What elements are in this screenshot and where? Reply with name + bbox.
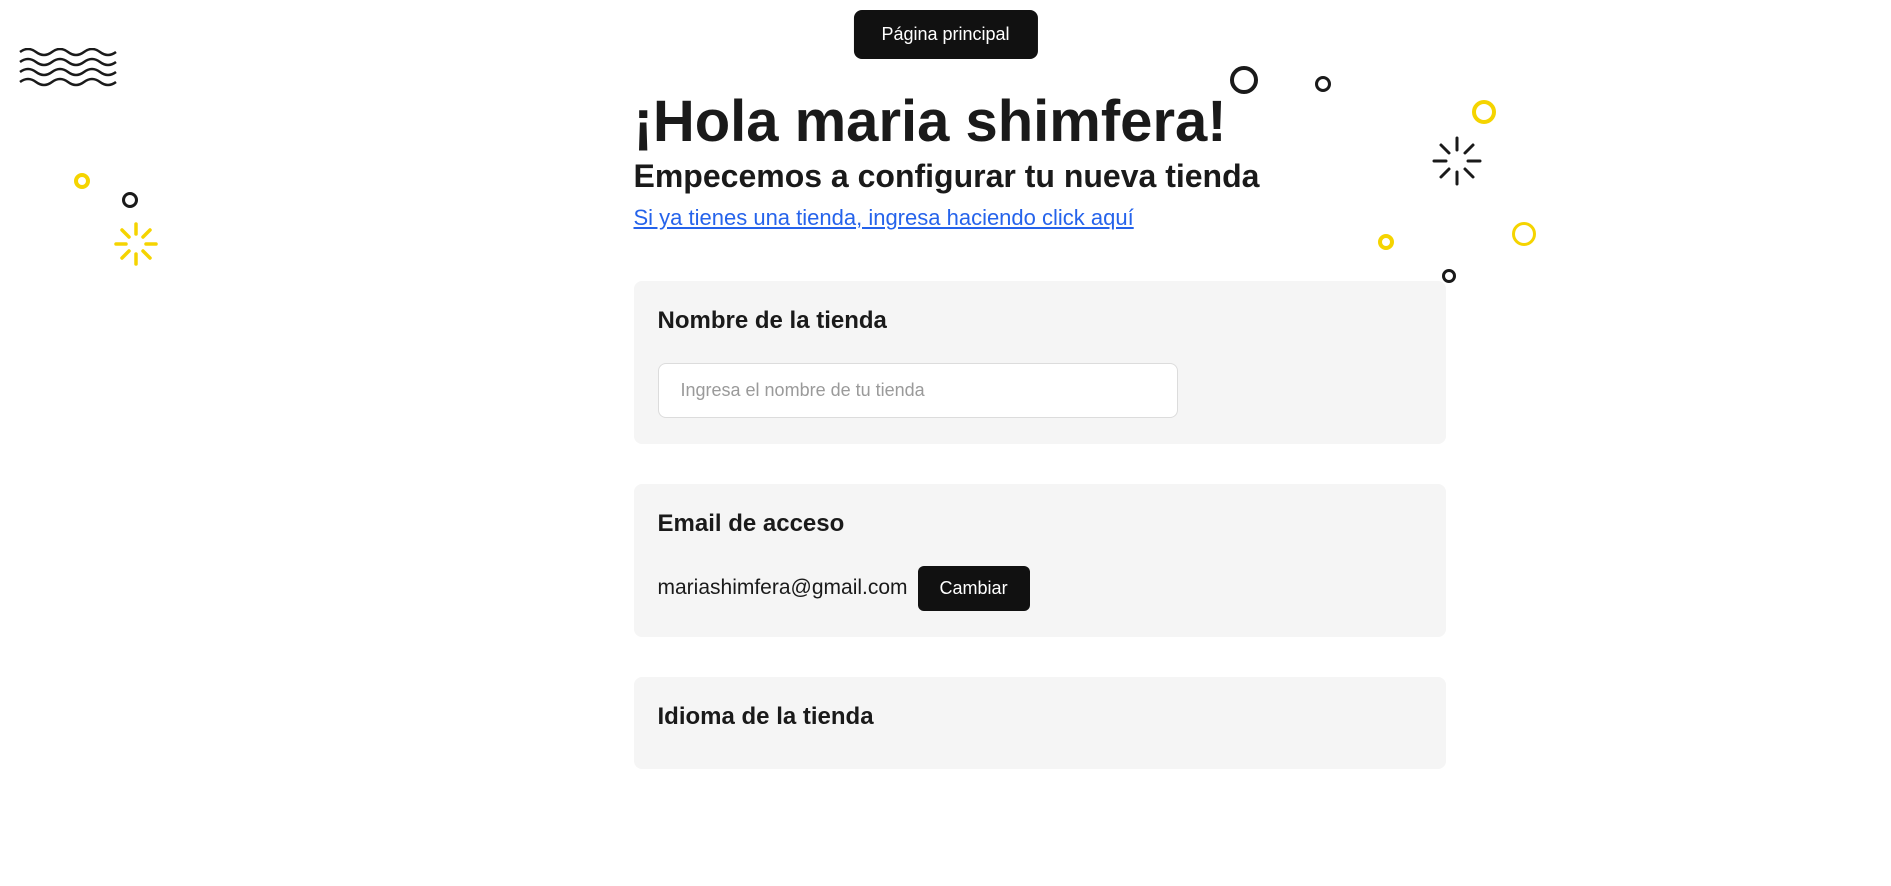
page-subtitle: Empecemos a configurar tu nueva tienda <box>634 158 1446 195</box>
existing-store-login-link[interactable]: Si ya tienes una tienda, ingresa haciend… <box>634 205 1134 231</box>
store-name-label: Nombre de la tienda <box>658 307 1422 335</box>
spark-icon <box>114 222 158 266</box>
store-name-card: Nombre de la tienda <box>634 281 1446 444</box>
language-label: Idioma de la tienda <box>658 703 1422 731</box>
main-page-button[interactable]: Página principal <box>853 10 1037 59</box>
language-card: Idioma de la tienda <box>634 677 1446 769</box>
deco-circle-icon <box>1512 222 1536 246</box>
deco-circle-icon <box>122 192 138 208</box>
change-email-button[interactable]: Cambiar <box>918 566 1030 611</box>
page-title: ¡Hola maria shimfera! <box>634 90 1446 154</box>
store-name-input[interactable] <box>658 363 1178 418</box>
email-card: Email de acceso mariashimfera@gmail.com … <box>634 484 1446 637</box>
email-label: Email de acceso <box>658 510 1422 538</box>
email-value: mariashimfera@gmail.com <box>658 576 908 600</box>
deco-circle-icon <box>74 173 90 189</box>
waves-icon <box>18 48 122 88</box>
